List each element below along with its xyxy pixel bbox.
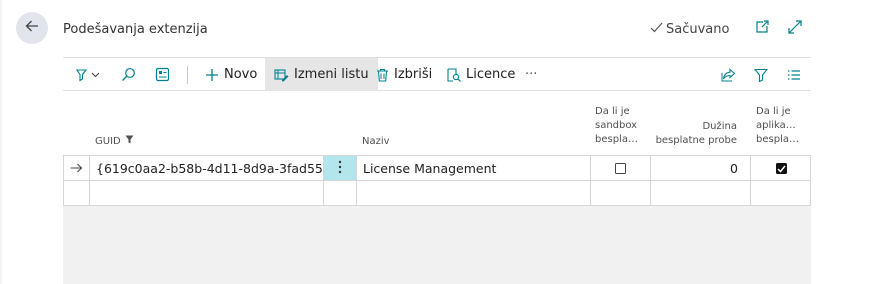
open-in-new-window-icon: [754, 19, 770, 39]
list-view-button[interactable]: [787, 58, 801, 91]
guid-cell[interactable]: {619c0aa2-b58b-4d11-8d9a-3fad55e2...: [90, 156, 324, 181]
edit-list-icon: [274, 68, 289, 82]
sandbox-cell[interactable]: [591, 181, 651, 206]
more-label: ···: [525, 67, 538, 82]
saved-status: Sačuvano: [650, 22, 729, 37]
expand-button[interactable]: [786, 20, 804, 38]
licences-label: Licence: [466, 67, 516, 82]
page-title: Podešavanja extenzija: [63, 22, 208, 37]
back-button[interactable]: [16, 12, 48, 44]
arrow-left-icon: [24, 18, 40, 38]
row-selector[interactable]: [64, 181, 90, 206]
search-document-icon: [447, 67, 461, 82]
share-icon: [721, 67, 736, 82]
search-icon: [121, 67, 136, 82]
sandbox-header-line: sandbox: [595, 120, 638, 131]
column-header-app-free[interactable]: Da li je aplika… bespla…: [756, 105, 799, 147]
trial-length-cell[interactable]: [651, 181, 751, 206]
column-header-name[interactable]: Naziv: [362, 135, 390, 149]
share-button[interactable]: [721, 58, 736, 91]
row-actions-button[interactable]: [324, 156, 357, 181]
saved-label: Sačuvano: [666, 22, 730, 37]
app-header-line: Da li je: [756, 106, 791, 117]
list-view-icon: [787, 69, 801, 81]
table-row[interactable]: {619c0aa2-b58b-4d11-8d9a-3fad55e2... Lic…: [63, 155, 811, 181]
delete-label: Izbriši: [394, 67, 433, 82]
sandbox-header-line: Da li je: [595, 106, 630, 117]
sandbox-checkbox[interactable]: [615, 163, 626, 174]
new-button[interactable]: Novo: [205, 58, 257, 91]
filter-pane-toggle[interactable]: [75, 58, 101, 91]
edit-list-label: Izmeni listu: [294, 67, 369, 82]
trial-header-line: besplatne probe: [655, 135, 737, 146]
open-in-new-window-button[interactable]: [753, 20, 771, 38]
guid-header-label: GUID: [95, 136, 121, 147]
show-as-list-button[interactable]: [155, 58, 170, 91]
show-as-list-icon: [155, 67, 170, 82]
new-label: Novo: [224, 67, 258, 82]
sandbox-header-line: bespla…: [595, 134, 638, 145]
app-header-line: aplika…: [756, 120, 796, 131]
name-cell[interactable]: License Management: [357, 156, 591, 181]
delete-button[interactable]: Izbriši: [376, 58, 432, 91]
column-header-sandbox[interactable]: Da li je sandbox bespla…: [595, 105, 638, 147]
licences-button[interactable]: Licence: [447, 58, 515, 91]
more-vertical-icon: [338, 160, 342, 177]
app-free-cell[interactable]: [751, 181, 811, 206]
sandbox-cell[interactable]: [591, 156, 651, 181]
filter-pane-icon: [75, 68, 101, 82]
trash-icon: [376, 68, 389, 82]
toolbar-separator: [187, 66, 188, 84]
action-toolbar: Novo Izmeni listu Izbriši Licence ···: [63, 57, 811, 91]
left-edge: [0, 0, 2, 284]
row-selector[interactable]: [64, 156, 90, 181]
table-row-empty[interactable]: [63, 180, 811, 206]
search-button[interactable]: [121, 58, 136, 91]
filter-button[interactable]: [754, 58, 768, 91]
app-free-checkbox[interactable]: [775, 163, 787, 174]
column-header-trial-length[interactable]: Dužina besplatne probe: [653, 120, 737, 148]
extension-settings-page: Podešavanja extenzija Sačuvano Novo Izme…: [0, 0, 871, 284]
name-cell[interactable]: [357, 181, 591, 206]
expand-icon: [787, 19, 803, 39]
extensions-grid: GUID Naziv Da li je sandbox bespla… Duži…: [63, 91, 811, 284]
trial-length-cell[interactable]: 0: [651, 156, 751, 181]
plus-icon: [205, 68, 219, 82]
more-options-button[interactable]: ···: [525, 58, 537, 91]
app-free-cell[interactable]: [751, 156, 811, 181]
app-header-line: bespla…: [756, 134, 799, 145]
trial-header-line: Dužina: [702, 121, 737, 132]
arrow-right-icon: [70, 161, 83, 176]
filter-icon: [125, 135, 134, 149]
column-header-guid[interactable]: GUID: [95, 135, 134, 149]
grid-empty-area: [63, 206, 811, 284]
filter-icon: [754, 68, 768, 82]
row-actions-cell[interactable]: [324, 181, 357, 206]
edit-list-button[interactable]: Izmeni listu: [265, 58, 378, 91]
guid-cell[interactable]: [90, 181, 324, 206]
checkmark-icon: [650, 22, 663, 37]
